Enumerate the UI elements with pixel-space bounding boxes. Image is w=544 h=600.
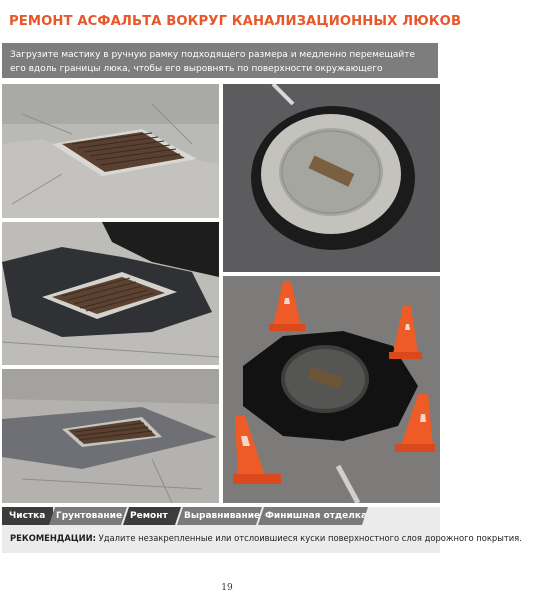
- step-priming: Грунтование: [49, 507, 127, 525]
- step-leveling: Выравнивание: [177, 507, 262, 525]
- page-title: РЕМОНТ АСФАЛЬТА ВОКРУГ КАНАЛИЗАЦИОННЫХ Л…: [9, 14, 462, 29]
- instruction-banner: Загрузите мастику в ручную рамку подходя…: [2, 43, 438, 88]
- recommendation-box: РЕКОМЕНДАЦИИ: Удалите незакрепленные или…: [2, 525, 522, 553]
- photo-grate-grey-mat: [2, 369, 219, 503]
- step-cleaning: Чистка: [2, 507, 53, 525]
- process-steps-bar: Чистка Грунтование Ремонт Выравнивание Ф…: [2, 507, 440, 525]
- recommendation-label: РЕКОМЕНДАЦИИ:: [10, 533, 96, 543]
- recommendation-text: Удалите незакрепленные или отслоившиеся …: [98, 533, 522, 543]
- photo-grate-cracked-asphalt: [2, 84, 219, 218]
- step-repair: Ремонт: [123, 507, 181, 525]
- step-finishing: Финишная отделка: [258, 507, 368, 525]
- page-number: 19: [221, 583, 233, 593]
- photo-grate-asphalt-patch: [2, 222, 219, 365]
- photo-manhole-with-cones: [223, 276, 440, 503]
- photo-round-manhole: [223, 84, 440, 272]
